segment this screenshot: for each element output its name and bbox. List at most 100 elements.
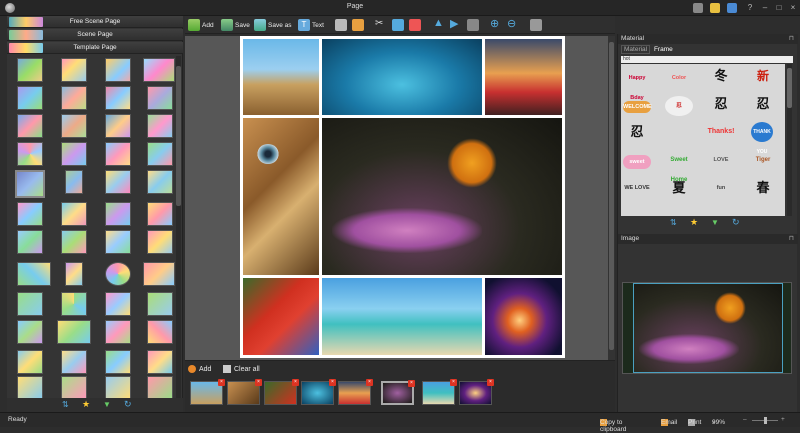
template-item[interactable] bbox=[61, 376, 87, 400]
text-button[interactable]: T Text bbox=[298, 18, 324, 32]
template-item[interactable] bbox=[105, 350, 131, 374]
template-item[interactable] bbox=[65, 170, 83, 194]
template-item[interactable] bbox=[105, 376, 131, 400]
template-item[interactable] bbox=[147, 376, 173, 400]
free-scene-page-tab[interactable]: Free Scene Page bbox=[7, 16, 183, 28]
template-item[interactable] bbox=[147, 230, 173, 254]
sticker-item[interactable]: Thanks! bbox=[707, 122, 735, 142]
sticker-item[interactable]: 忍 bbox=[665, 96, 693, 116]
photo-tiger-eye[interactable] bbox=[243, 118, 319, 275]
brush-icon[interactable] bbox=[710, 3, 720, 13]
download-icon[interactable]: ▼ bbox=[103, 400, 111, 409]
template-item[interactable] bbox=[17, 230, 43, 254]
download-icon[interactable]: ▼ bbox=[711, 218, 719, 227]
template-item[interactable] bbox=[105, 320, 131, 344]
template-item[interactable] bbox=[17, 58, 43, 82]
strip-thumb-dolphin[interactable]: × bbox=[301, 379, 336, 405]
save-as-button[interactable]: Save as bbox=[254, 18, 292, 32]
template-item[interactable] bbox=[17, 202, 43, 226]
sticker-item[interactable]: WE LOVE bbox=[623, 178, 651, 198]
star-icon[interactable]: ★ bbox=[690, 217, 698, 228]
photo-beach[interactable] bbox=[322, 278, 482, 355]
sticker-item[interactable]: 春 bbox=[749, 178, 777, 198]
remove-icon[interactable]: × bbox=[218, 379, 225, 386]
scene-page-tab[interactable]: Scene Page bbox=[7, 29, 183, 41]
template-item[interactable] bbox=[61, 114, 87, 138]
sticker-item[interactable]: Tiger bbox=[749, 150, 777, 170]
flip-vertical-icon[interactable]: ▲ bbox=[433, 17, 444, 29]
template-item[interactable] bbox=[105, 114, 131, 138]
crop-frame[interactable] bbox=[633, 283, 783, 373]
strip-thumb-parrot[interactable]: × bbox=[264, 379, 299, 405]
save-button[interactable]: Save bbox=[221, 18, 250, 32]
strip-thumb-giraffe[interactable]: × bbox=[190, 379, 225, 405]
doc-icon[interactable] bbox=[693, 3, 703, 13]
refresh-icon[interactable]: ↻ bbox=[124, 399, 132, 410]
template-item[interactable] bbox=[17, 86, 43, 110]
template-page-tab[interactable]: Template Page bbox=[7, 42, 183, 54]
template-item[interactable] bbox=[17, 142, 43, 166]
template-item[interactable] bbox=[147, 114, 173, 138]
zoom-in-button[interactable]: + bbox=[781, 416, 785, 423]
remove-icon[interactable]: × bbox=[487, 379, 494, 386]
template-item[interactable] bbox=[105, 262, 131, 286]
strip-thumb-balloons[interactable]: × bbox=[338, 379, 373, 405]
remove-icon[interactable]: × bbox=[255, 379, 262, 386]
minimize-button[interactable]: – bbox=[759, 2, 771, 14]
template-item[interactable] bbox=[61, 202, 87, 226]
tab-frame[interactable]: Frame bbox=[652, 46, 675, 53]
photo-galaxy[interactable] bbox=[485, 278, 562, 355]
template-item[interactable] bbox=[105, 170, 131, 194]
pin-icon[interactable]: ⊓ bbox=[789, 234, 794, 244]
tab-material[interactable]: Material bbox=[621, 45, 651, 54]
sticker-item[interactable]: Happy Bday bbox=[623, 68, 651, 101]
help-icon[interactable]: ? bbox=[744, 2, 756, 14]
remove-icon[interactable]: × bbox=[329, 379, 336, 386]
copy-icon[interactable] bbox=[392, 19, 404, 31]
palette-icon[interactable] bbox=[727, 3, 737, 13]
template-item[interactable] bbox=[61, 350, 87, 374]
sticker-item[interactable]: 忍 bbox=[707, 94, 735, 114]
sticker-item[interactable]: Sweet Home bbox=[665, 150, 693, 183]
strip-thumb-beach[interactable]: × bbox=[422, 379, 457, 405]
zoom-out-icon[interactable]: ⊖ bbox=[507, 17, 516, 30]
sticker-item[interactable]: 忍 bbox=[623, 122, 651, 142]
template-item[interactable] bbox=[61, 292, 87, 316]
photo-dolphin[interactable] bbox=[322, 39, 482, 115]
strip-thumb-tiger[interactable]: × bbox=[227, 379, 262, 405]
template-item[interactable] bbox=[147, 202, 173, 226]
template-item[interactable] bbox=[17, 262, 51, 286]
sticker-item[interactable]: LOVE bbox=[707, 150, 735, 170]
remove-icon[interactable]: × bbox=[408, 380, 415, 387]
template-item[interactable] bbox=[143, 262, 175, 286]
template-item[interactable] bbox=[105, 292, 131, 316]
sticker-item[interactable]: fun bbox=[707, 178, 735, 198]
strip-thumb-galaxy[interactable]: × bbox=[459, 379, 494, 405]
template-item[interactable] bbox=[143, 58, 175, 82]
template-item[interactable] bbox=[147, 292, 173, 316]
zoom-in-icon[interactable]: ⊕ bbox=[490, 17, 499, 30]
template-item[interactable] bbox=[105, 230, 131, 254]
template-item[interactable] bbox=[17, 350, 43, 374]
arrange-icon[interactable] bbox=[530, 19, 542, 31]
clear-all-button[interactable]: Clear all bbox=[223, 365, 260, 373]
rotate-icon[interactable] bbox=[467, 19, 479, 31]
pin-icon[interactable]: ⊓ bbox=[789, 34, 794, 44]
sticker-item[interactable]: THANK YOU bbox=[751, 122, 773, 155]
remove-icon[interactable]: × bbox=[292, 379, 299, 386]
template-item[interactable] bbox=[17, 376, 43, 400]
template-scrollbar[interactable] bbox=[176, 56, 181, 408]
sort-icon[interactable]: ⇅ bbox=[670, 218, 677, 227]
remove-icon[interactable]: × bbox=[366, 379, 373, 386]
canvas-scrollbar[interactable] bbox=[608, 36, 615, 360]
sticker-item[interactable]: 忍 bbox=[749, 94, 777, 114]
template-item[interactable] bbox=[147, 350, 173, 374]
template-item[interactable] bbox=[61, 58, 87, 82]
template-item[interactable] bbox=[105, 142, 131, 166]
sticker-item[interactable]: Color bbox=[665, 68, 693, 88]
template-item[interactable] bbox=[17, 114, 43, 138]
material-search[interactable]: hot bbox=[621, 56, 793, 63]
photo-butterfly[interactable] bbox=[322, 118, 562, 275]
zoom-out-button[interactable]: – bbox=[743, 416, 747, 423]
template-item[interactable] bbox=[17, 320, 43, 344]
